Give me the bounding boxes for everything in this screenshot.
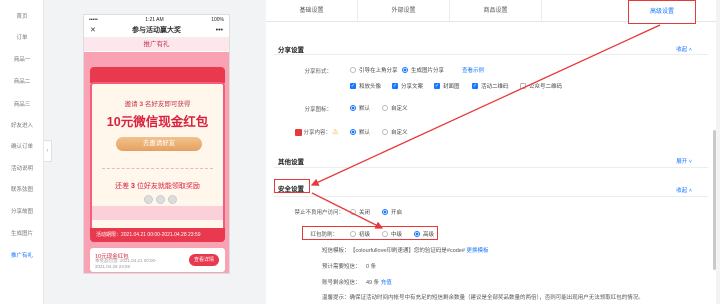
block-bad-users-label: 禁止不良用户访问： [294,210,344,216]
phone-status-bar: ••••• 1:21 AM 100% [84,15,229,24]
avatar [168,195,177,204]
sidebar-item[interactable]: 首页 [0,12,44,20]
share-collapse-link[interactable]: 收起 ˄ [676,45,692,53]
share-content-icon [294,129,302,137]
tab-product[interactable]: 商品设置 [450,0,542,22]
anti-abuse-medium[interactable]: 中级 [382,230,402,238]
sidebar-item[interactable]: 联系弦图 [0,185,44,193]
reward-headline: 10元微信现金红包 [106,115,209,129]
invite-text: 邀请 3 名好友即可获得 [124,101,191,108]
sidebar-item[interactable]: 分享故图 [0,207,44,215]
tab-basic[interactable]: 基础设置 [266,0,358,22]
sms-template-text: 【colourfullove印刷速通】您的验证码是#code# 更换模板 [350,248,489,254]
sidebar-item[interactable]: 活动说明 [0,164,44,172]
sidebar-item[interactable]: 商品二 [0,77,44,85]
share-content-default[interactable]: 默认 [350,128,370,136]
divider [274,54,708,55]
battery-level: 100% [211,16,224,23]
anti-abuse-advanced[interactable]: 高级 [414,230,434,238]
sidebar: 首页订单商品一商品二商品三好友进入确认订单活动说明联系弦图分享故图生成图片推广有… [0,0,44,304]
countdown: 活动期限：2021.04.21 00:00-2021.04.28 23:59 [90,228,225,242]
share-content-label: 分享内容： ⚠ [276,128,338,137]
sidebar-item[interactable]: 订单 [0,33,44,41]
settings-tabs: 基础设置 外部设置 商品设置 高级设置 [266,0,716,24]
share-image-custom[interactable]: 自定义 [382,104,408,112]
sidebar-item[interactable]: 生成图片 [0,229,44,237]
share-image-default[interactable]: 默认 [350,104,370,112]
avatar [156,195,165,204]
more-icon[interactable]: ••• [216,24,223,38]
promo-label: 推广有礼 [84,38,229,51]
block-option-off[interactable]: 关闭 [350,208,370,216]
card-top-banner [90,67,225,83]
recharge-link[interactable]: 充值 [381,280,392,286]
reward-summary: 10元现金红包 本奖品包含: 2021.04.21 00:00- 2021.04… [90,248,225,272]
check-copy[interactable]: ✓ 分享文案 [392,82,423,90]
tab-external[interactable]: 外部设置 [358,0,450,22]
section-title-security: 安全设置 [278,186,304,193]
sms-remaining-label: 账号剩余短信： [322,280,361,286]
view-example-link[interactable]: 查看示例 [462,66,484,74]
share-mode-option-image[interactable]: 生成图片分享 [402,66,444,74]
share-content-custom[interactable]: 自定义 [382,128,408,136]
signal-icon: ••••• [89,16,98,23]
phone-nav-bar: ✕ 参与活动赢大奖 ••• [84,24,229,38]
warning-icon: ⚠ [332,130,338,136]
check-avatar[interactable]: ✓ 和放头像 [350,82,381,90]
sms-template-label: 短信模板： [322,248,350,254]
section-title-other: 其他设置 [278,159,304,166]
reward-period-end: 2021.04.28 23:59 [95,264,131,269]
other-expand-link[interactable]: 展开 ˅ [676,157,692,165]
anti-abuse-label: 红包防刷： [310,232,338,238]
sidebar-collapse-handle[interactable]: ‹ [44,140,52,162]
scrollbar[interactable] [713,130,716,270]
invite-friends-button[interactable]: 去邀请好友 [116,137,202,151]
divider [274,196,708,197]
reward-card-main: 邀请 3 名好友即可获得 10元微信现金红包 去邀请好友 还差 3 位好友就能领… [90,82,225,242]
anti-abuse-basic[interactable]: 初级 [350,230,370,238]
check-official-qr[interactable]: 公众号二维码 [520,82,562,90]
share-mode-label: 分享形式： [304,69,332,75]
settings-panel: 基础设置 外部设置 商品设置 高级设置 分享设置 收起 ˄ 分享形式： 引导在上… [266,0,716,304]
sms-quota-value: 0 条 [366,264,377,270]
sidebar-item[interactable]: 确认订单 [0,142,44,150]
section-title-share: 分享设置 [278,47,304,54]
sms-quota-label: 预计需要短信： [322,264,361,270]
divider [274,167,708,168]
share-image-label: 分享图标： [304,107,332,113]
tab-advanced[interactable]: 高级设置 [628,0,696,24]
card-band [92,206,223,220]
security-collapse-link[interactable]: 收起 ˄ [676,186,692,194]
sidebar-item[interactable]: 商品一 [0,55,44,63]
divider [102,168,213,169]
view-details-button[interactable]: 查看详情 [189,254,219,266]
close-icon[interactable]: ✕ [90,24,96,38]
block-option-on[interactable]: 开启 [382,208,402,216]
avatar [144,195,153,204]
warm-tip: 温馨提示：确保证活动时间内帐号中有充足的短信剩余数量（建议是全部奖品数量的两倍）… [322,295,644,301]
phone-preview: ••••• 1:21 AM 100% ✕ 参与活动赢大奖 ••• 推广有礼 邀请… [83,14,230,274]
remaining-text: 还差 3 位好友就能领取奖励 [115,183,200,190]
promo-area: 邀请 3 名好友即可获得 10元微信现金红包 去邀请好友 还差 3 位好友就能领… [84,52,229,273]
status-time: 1:21 AM [145,16,164,23]
sidebar-item[interactable]: 好友进入 [0,121,44,129]
sidebar-item[interactable]: 推广有礼 [0,251,44,259]
friend-avatars [144,195,177,204]
sms-remaining-value: 49 条 充值 [366,280,392,286]
check-cover[interactable]: ✓ 封面图 [434,82,460,90]
change-template-link[interactable]: 更换模板 [466,248,488,254]
share-mode-option-corner[interactable]: 引导在上角分享 [350,66,398,74]
check-activity-qr[interactable]: ✓ 活动二维码 [472,82,509,90]
sidebar-item[interactable]: 商品三 [0,100,44,108]
phone-page-title: 参与活动赢大奖 [132,27,181,34]
